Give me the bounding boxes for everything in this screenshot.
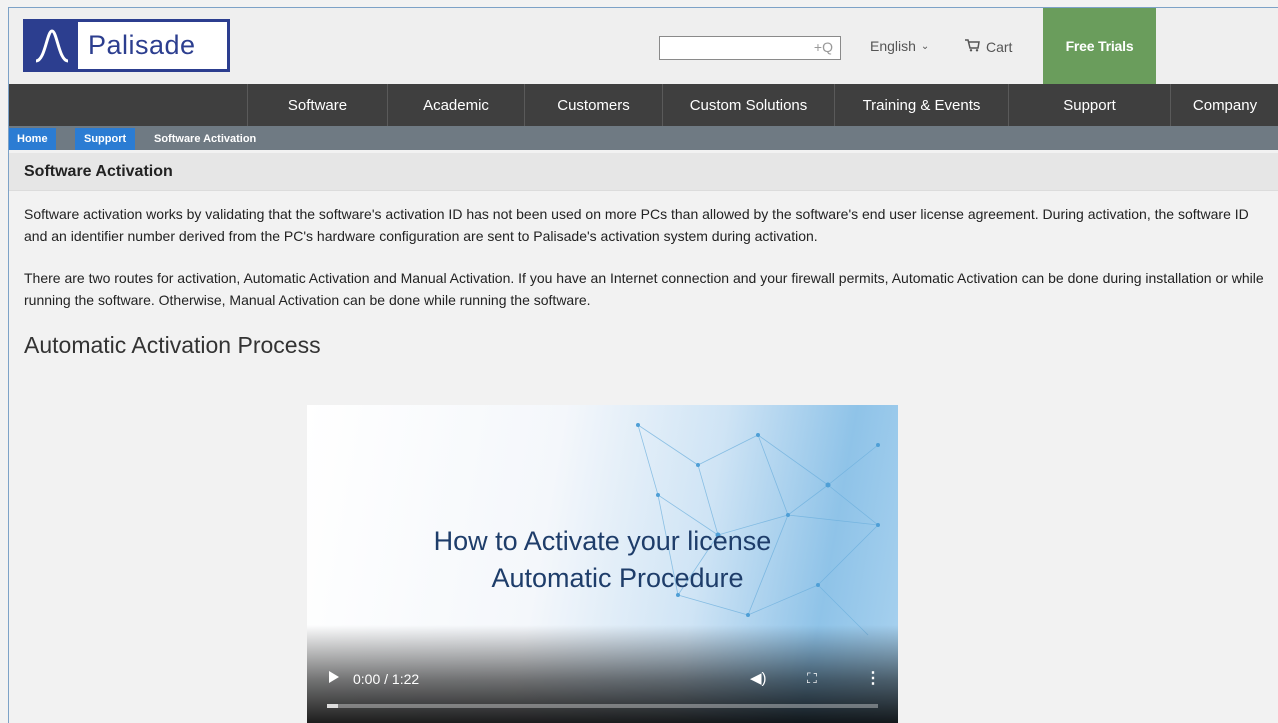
browser-frame: Palisade +Q English ⌄ Cart Free Trials S… [8, 7, 1278, 723]
search-input[interactable] [660, 37, 810, 59]
breadcrumb-current: Software Activation [154, 133, 257, 145]
nav-academic[interactable]: Academic [387, 84, 524, 126]
chevron-down-icon: ⌄ [920, 40, 930, 52]
video-title-line-2: Automatic Procedure [491, 563, 744, 593]
page-title: Software Activation [24, 163, 173, 180]
nav-support[interactable]: Support [1008, 84, 1170, 126]
intro-paragraph: Software activation works by validating … [24, 206, 1249, 244]
main-nav: Software Academic Customers Custom Solut… [9, 84, 1278, 126]
nav-software[interactable]: Software [247, 84, 387, 126]
breadcrumb-support[interactable]: Support [75, 128, 136, 150]
nav-company[interactable]: Company [1170, 84, 1278, 126]
cart-label: Cart [986, 38, 1013, 55]
breadcrumb-home[interactable]: Home [9, 128, 56, 150]
site-header: Palisade +Q English ⌄ Cart Free Trials [9, 8, 1278, 84]
nav-customers[interactable]: Customers [524, 84, 662, 126]
more-options-icon[interactable]: ⋮ [865, 668, 881, 688]
search-icon[interactable]: +Q [814, 39, 833, 55]
page-title-bar: Software Activation [9, 153, 1278, 191]
language-label: English [870, 38, 916, 54]
video-controls: 0:00 / 1:22 ◀) ⛶ ⋮ [307, 625, 898, 723]
video-progress-bar[interactable] [327, 704, 878, 708]
palisade-logo[interactable]: Palisade [23, 19, 230, 72]
cart-icon [964, 38, 980, 55]
section-heading: Automatic Activation Process [24, 332, 321, 358]
search-box[interactable]: +Q [659, 36, 841, 60]
language-selector[interactable]: English ⌄ [870, 38, 929, 54]
routes-paragraph: There are two routes for activation, Aut… [24, 270, 1264, 308]
breadcrumb: Home Support Software Activation [9, 126, 1278, 150]
main-content: Software activation works by validating … [24, 204, 1264, 359]
video-player[interactable]: How to Activate your license Automatic P… [307, 405, 898, 723]
video-progress-fill [327, 704, 339, 708]
fullscreen-icon[interactable]: ⛶ [807, 670, 817, 687]
volume-icon[interactable]: ◀) [750, 669, 767, 687]
play-icon[interactable] [329, 671, 339, 683]
free-trials-button[interactable]: Free Trials [1043, 8, 1156, 84]
video-title-line-1: How to Activate your license [433, 526, 772, 556]
cart-link[interactable]: Cart [964, 38, 1012, 55]
nav-custom-solutions[interactable]: Custom Solutions [662, 84, 834, 126]
nav-training-events[interactable]: Training & Events [834, 84, 1008, 126]
logo-text: Palisade [88, 30, 196, 60]
bell-curve-icon [26, 22, 78, 69]
video-time: 0:00 / 1:22 [353, 671, 420, 687]
